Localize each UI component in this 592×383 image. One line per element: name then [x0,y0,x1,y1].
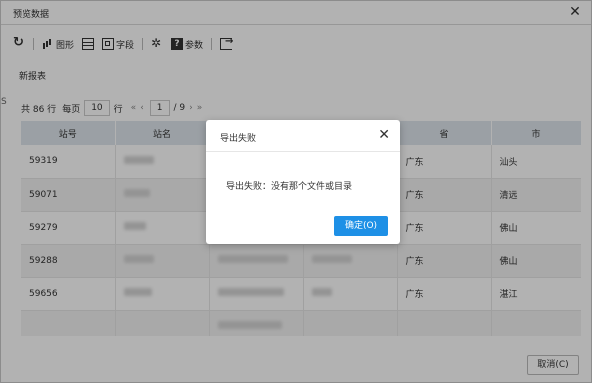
dialog-title: 导出失败 [220,134,257,144]
export-failed-dialog: 导出失败 ✕ 导出失败：没有那个文件或目录 确定(O) [206,120,400,244]
ok-button[interactable]: 确定(O) [334,216,388,236]
dialog-close-icon[interactable]: ✕ [378,127,390,143]
dialog-message: 导出失败：没有那个文件或目录 [226,182,353,192]
dialog-divider [206,151,400,152]
